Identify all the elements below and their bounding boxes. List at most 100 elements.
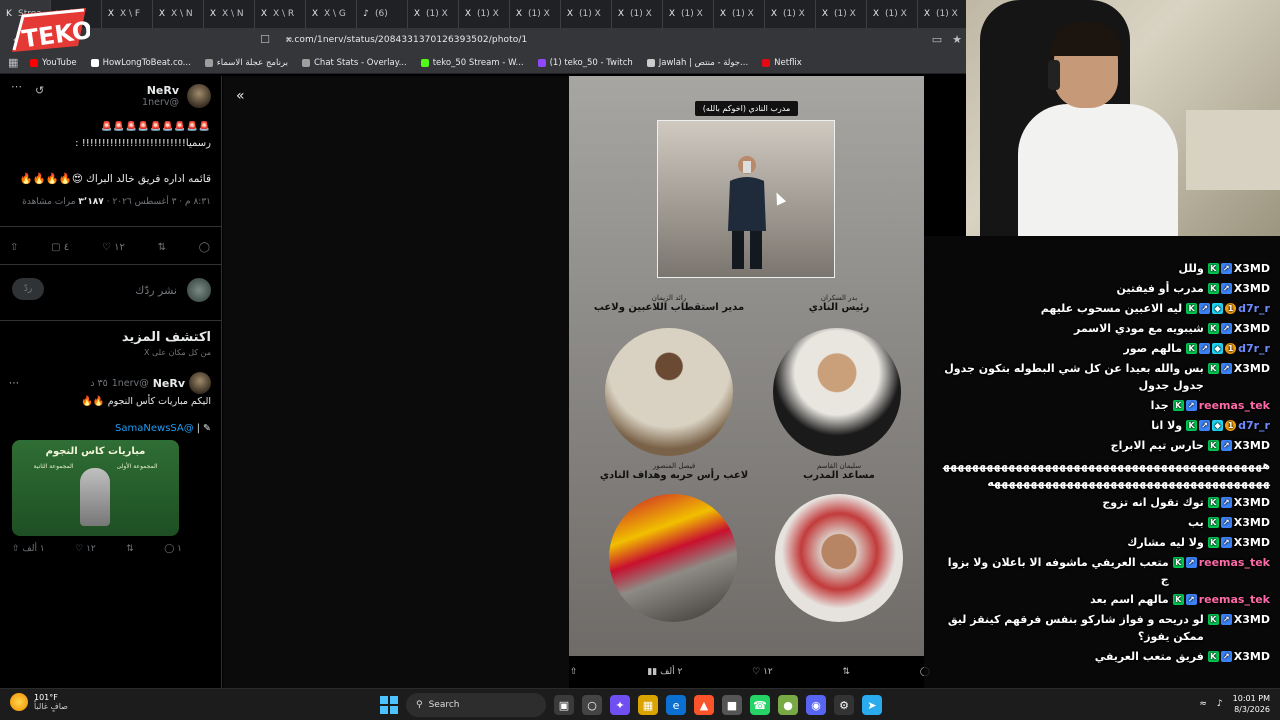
discord-icon[interactable]: ◉ xyxy=(806,695,826,715)
browser-tab[interactable]: X X \ N xyxy=(204,0,255,28)
reply-icon[interactable]: ◯ xyxy=(199,242,210,253)
chat-user: K ↗ X3MD xyxy=(1207,648,1270,665)
chat-text: بس والله بعيدا عن كل شي البطوله بتكون جد… xyxy=(944,362,1204,392)
chat-badge-icon: K xyxy=(1172,557,1184,568)
store-icon[interactable]: ■ xyxy=(722,695,742,715)
bookmark-item[interactable]: teko_50 Stream - W... xyxy=(420,58,524,68)
bookmark-icon[interactable]: ☐ xyxy=(258,33,272,47)
bookmark-item[interactable]: Jawlah | جولة - منتص... xyxy=(646,58,748,68)
retweet-icon[interactable]: ⇅ xyxy=(843,667,851,677)
url-text[interactable]: x.com/1nerv/status/2084331370126393502/p… xyxy=(286,35,527,45)
bookmark-action[interactable]: ▢ ٤ xyxy=(51,242,69,253)
grok-icon[interactable]: ↺ xyxy=(35,84,44,97)
clock[interactable]: 10:01 PM 8/3/2026 xyxy=(1233,693,1270,715)
chat-text: وللل xyxy=(1178,262,1204,275)
tab-label: X \ N xyxy=(222,9,244,19)
task-view-icon[interactable]: ▣ xyxy=(554,695,574,715)
browser-tab[interactable]: X (1) X xyxy=(714,0,765,28)
avatar[interactable] xyxy=(189,372,211,394)
tab-favicon-icon: X xyxy=(821,9,829,19)
like-action[interactable]: ♡ ١٢ xyxy=(75,544,96,554)
browser-tab[interactable]: ♪ (6) xyxy=(357,0,408,28)
reply-button[interactable]: ردّ xyxy=(12,278,44,300)
chat-user: K ↗ X3MD xyxy=(1207,611,1270,628)
more-icon[interactable]: ⋯ xyxy=(11,80,22,93)
author-name[interactable]: NeRv xyxy=(142,84,179,97)
app-icon[interactable]: ● xyxy=(778,695,798,715)
weather-widget[interactable]: 101°F صافٍ غالباً xyxy=(10,693,68,711)
reply-action[interactable]: ◯ ١ xyxy=(164,544,182,554)
file-explorer-icon[interactable]: ▦ xyxy=(638,695,658,715)
steam-icon[interactable]: ⚙ xyxy=(834,695,854,715)
app-icon[interactable]: ○ xyxy=(582,695,602,715)
site-info-icon[interactable]: ≈ xyxy=(282,33,296,47)
browser-tab[interactable]: X X \ F xyxy=(102,0,153,28)
bookmark-item[interactable]: Netflix xyxy=(762,58,802,68)
extension-icon[interactable]: ★ xyxy=(950,33,964,47)
views-action[interactable]: ⇧ ١ ألف xyxy=(12,544,45,554)
author-handle[interactable]: @1nerv xyxy=(142,97,179,108)
collapse-panel-icon[interactable]: « xyxy=(236,88,245,104)
whatsapp-icon[interactable]: ☎ xyxy=(750,695,770,715)
browser-tab[interactable]: X X \ N xyxy=(153,0,204,28)
browser-tab[interactable]: X (1) X xyxy=(612,0,663,28)
cast-icon[interactable]: ▭ xyxy=(930,33,944,47)
edge-icon[interactable]: e xyxy=(666,695,686,715)
chat-badge-icon: ↗ xyxy=(1220,537,1232,548)
alarm-emoji-row: 🚨🚨🚨🚨🚨🚨🚨🚨🚨 xyxy=(101,122,211,132)
browser-tab[interactable]: X (1) X xyxy=(867,0,918,28)
browser-tab[interactable]: X X \ G xyxy=(306,0,357,28)
views-action[interactable]: ▮▮ ٢ ألف xyxy=(647,667,682,677)
more-icon[interactable]: ⋯ xyxy=(9,378,19,389)
mention-link[interactable]: @SamaNewsSA xyxy=(115,423,194,434)
bookmark-label: Netflix xyxy=(774,57,802,68)
tab-label: (1) X xyxy=(936,9,958,19)
chat-badge-icon: 1 xyxy=(1225,420,1237,431)
brave-icon[interactable]: ▲ xyxy=(694,695,714,715)
retweet-icon[interactable]: ⇅ xyxy=(158,242,166,253)
reply-input[interactable]: نشر ردّك xyxy=(135,284,177,297)
bookmark-favicon-icon xyxy=(420,58,429,67)
discover-tweet[interactable]: NeRv @1nerv ٣٥ د ⋯ اليكم مباريات كأس الن… xyxy=(9,372,211,434)
like-action[interactable]: ♡ ١٢ xyxy=(102,242,125,253)
discover-title: اكتشف المزيد xyxy=(121,330,211,345)
wifi-icon[interactable]: ≈ xyxy=(1199,699,1207,709)
bookmark-item[interactable]: HowLongToBeat.co... xyxy=(90,58,191,68)
browser-tab[interactable]: X (1) X xyxy=(918,0,966,28)
taskbar-search[interactable]: ⚲ Search xyxy=(406,693,546,717)
browser-tab[interactable]: X (1) X xyxy=(459,0,510,28)
chat-username: reemas_tek xyxy=(1198,593,1270,606)
media-viewer-photo[interactable]: مدرب النادي (اخوكم بالله) بدر السكران رئ… xyxy=(569,76,924,656)
browser-tab[interactable]: X (1) X xyxy=(408,0,459,28)
author-name[interactable]: NeRv xyxy=(153,377,185,390)
discover-subtitle: من كل مكان على X xyxy=(143,348,211,357)
browser-tab[interactable]: X (1) X xyxy=(816,0,867,28)
avatar[interactable] xyxy=(187,84,211,108)
chat-text: شيبويه مع مودي الاسمر xyxy=(1074,322,1204,335)
windows-start-icon[interactable] xyxy=(380,696,398,714)
retweet-icon[interactable]: ⇅ xyxy=(126,544,134,554)
chat-message: K ↗ ◆ 1 d7r_r ليه الاعبين مسحوب عليهم xyxy=(940,300,1270,317)
bookmark-item[interactable]: برنامج عجلة الاسماء xyxy=(204,58,288,68)
tweet-time[interactable]: ٨:٣١ م · ٣ أغسطس ٢٠٢٦ · xyxy=(107,197,211,207)
reply-count: ١ xyxy=(177,544,182,554)
bookmarks-bar: ▦ YouTube HowLongToBeat.co... برنامج عجلة … xyxy=(0,52,966,74)
copilot-icon[interactable]: ✦ xyxy=(610,695,630,715)
tweet-image-card[interactable]: مباريات كاس النجوم المجموعة الأولى المجم… xyxy=(12,440,179,536)
share-icon[interactable]: ⇧ xyxy=(570,667,578,677)
browser-tab[interactable]: X (1) X xyxy=(510,0,561,28)
browser-tab[interactable]: X (1) X xyxy=(663,0,714,28)
bookmark-item[interactable]: Chat Stats - Overlay... xyxy=(302,58,407,68)
chat-badge-icon: K xyxy=(1207,323,1219,334)
chat-badge-icon: ↗ xyxy=(1220,440,1232,451)
volume-icon[interactable]: ♪ xyxy=(1217,699,1223,709)
telegram-icon[interactable]: ➤ xyxy=(862,695,882,715)
browser-tab[interactable]: X X \ R xyxy=(255,0,306,28)
author-handle[interactable]: @1nerv xyxy=(112,378,149,389)
like-action[interactable]: ♡ ١٢ xyxy=(752,667,773,677)
share-icon[interactable]: ⇧ xyxy=(10,242,18,253)
browser-tab[interactable]: X (1) X xyxy=(561,0,612,28)
browser-tab[interactable]: X (1) X xyxy=(765,0,816,28)
bookmark-item[interactable]: (1) teko_50 - Twitch xyxy=(537,58,633,68)
bookmark-favicon-icon xyxy=(302,58,310,67)
